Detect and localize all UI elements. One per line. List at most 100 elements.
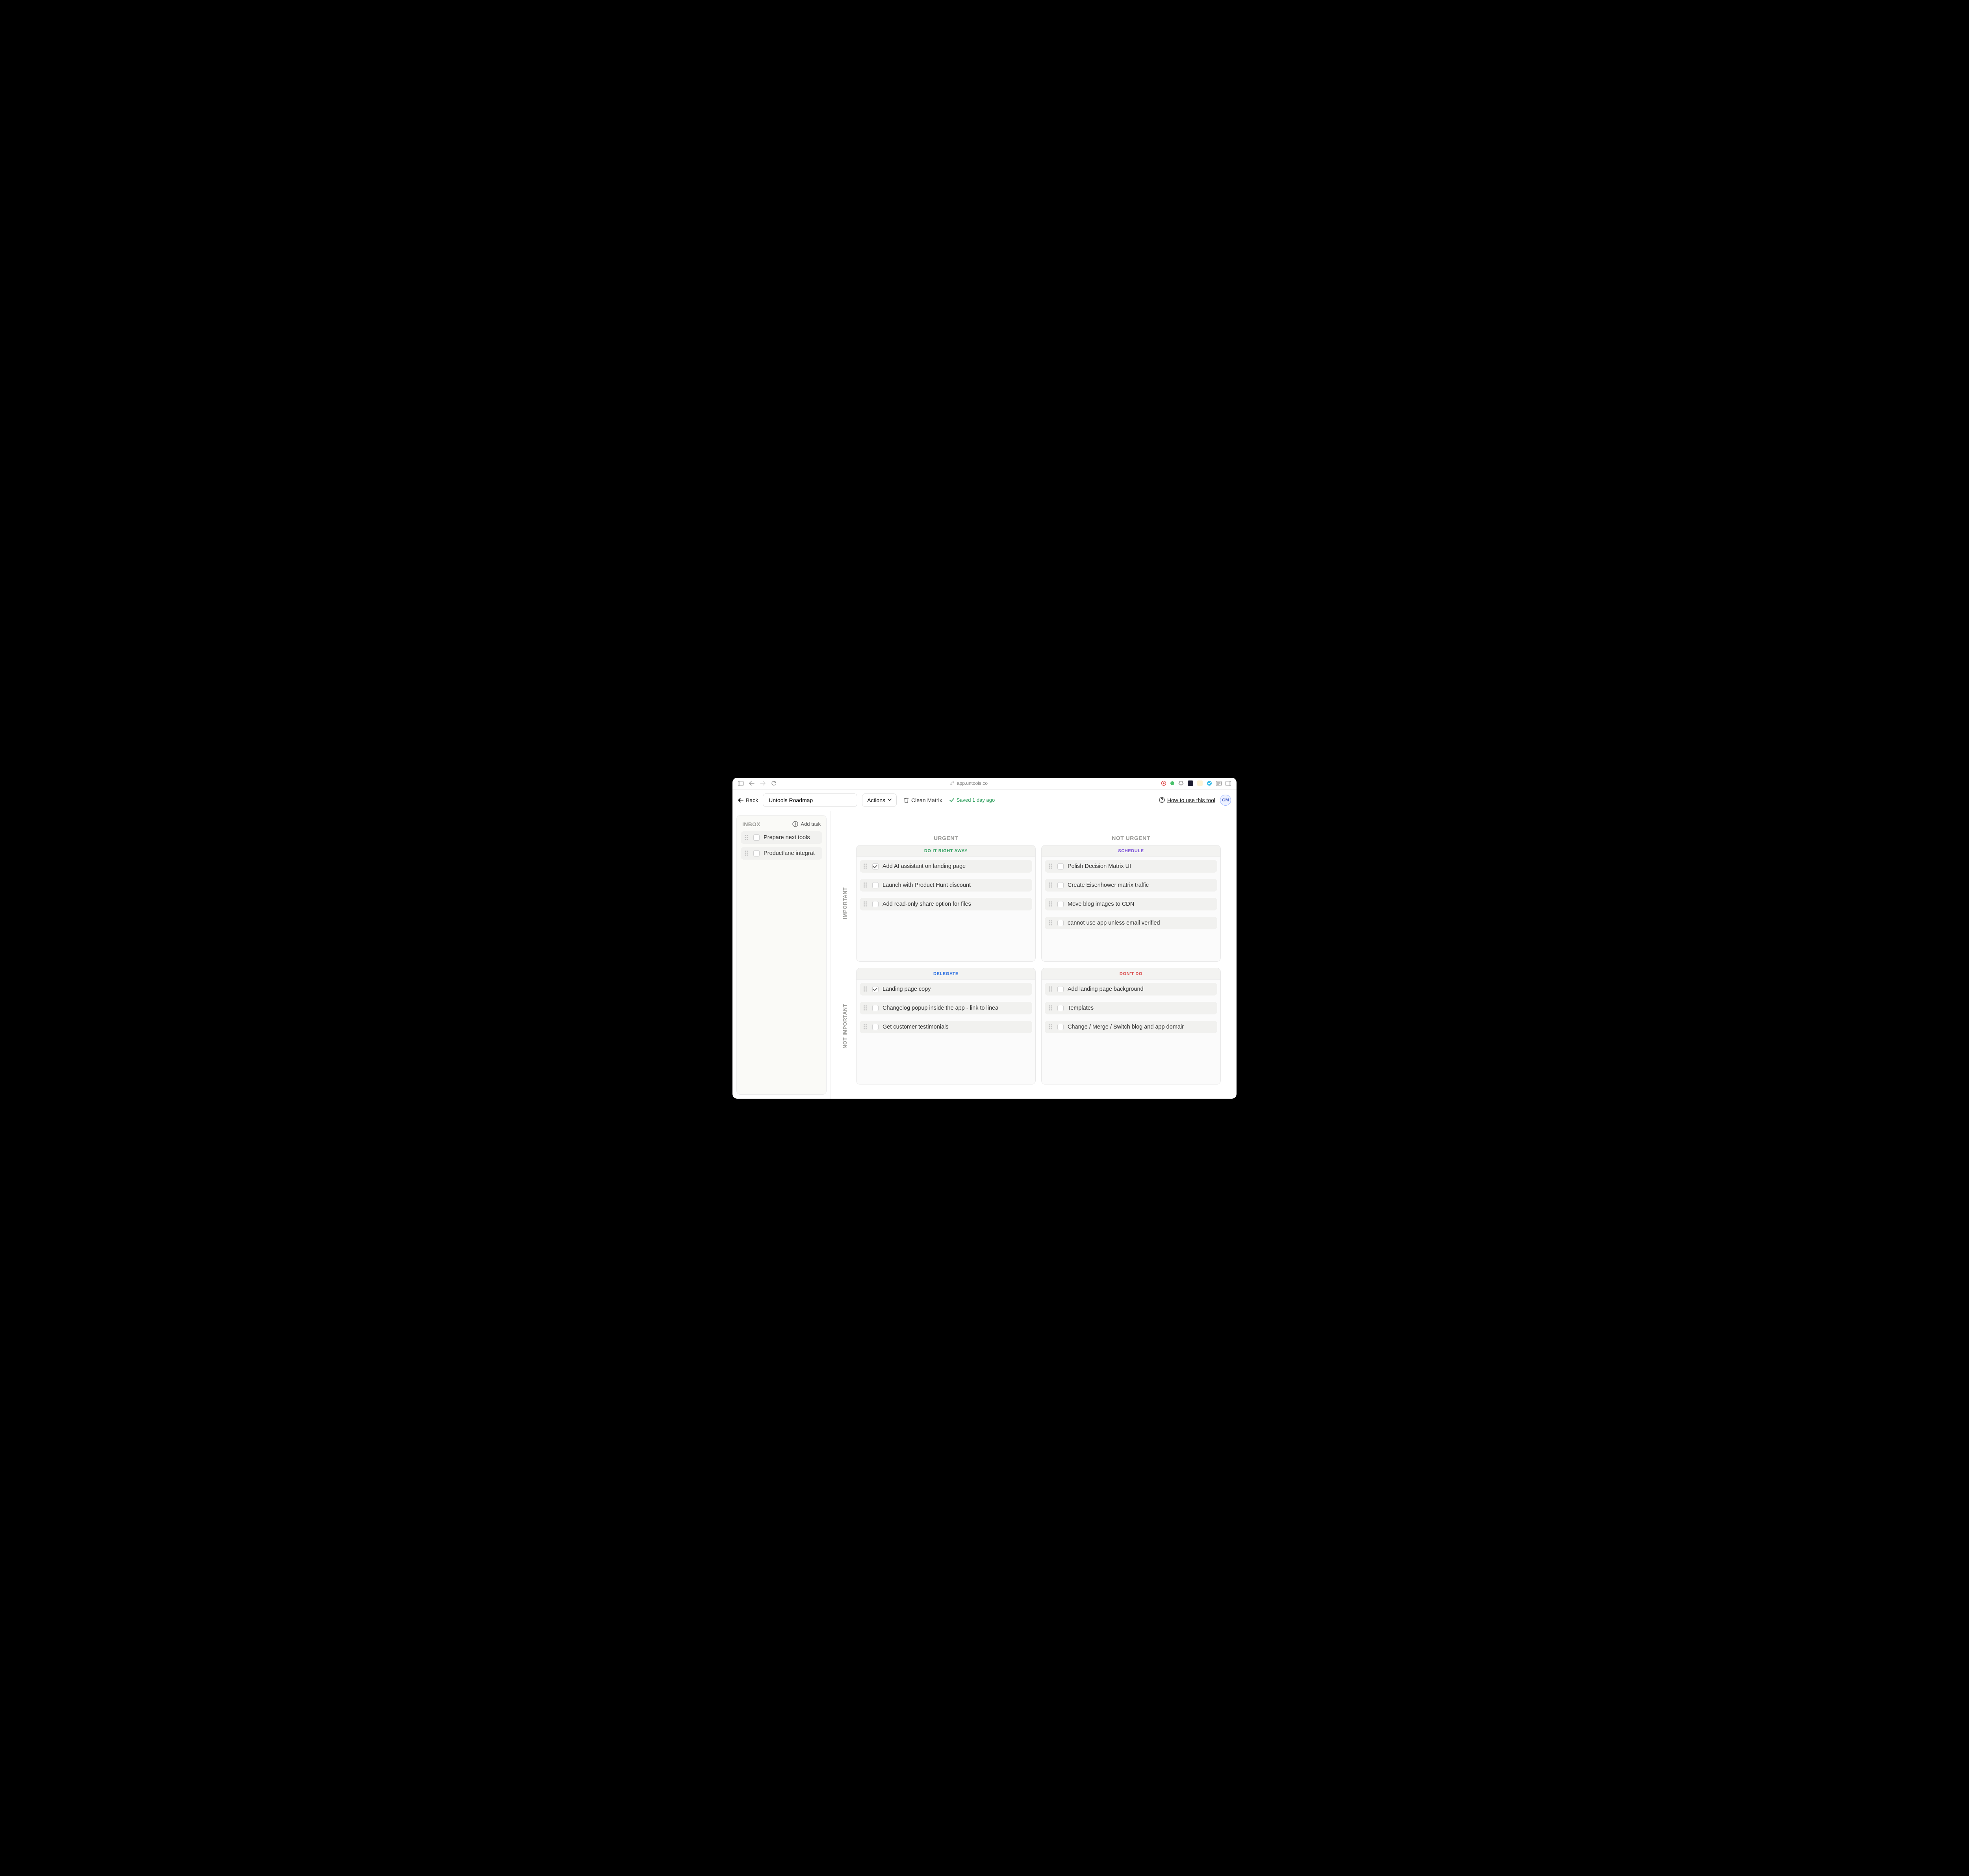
drag-handle-icon[interactable] bbox=[864, 882, 868, 888]
extension-icon[interactable] bbox=[1188, 780, 1193, 786]
task-label: Productlane integrat bbox=[764, 850, 815, 856]
help-icon bbox=[1159, 797, 1165, 803]
task-label: Add read-only share option for files bbox=[883, 901, 971, 907]
task-checkbox[interactable] bbox=[1057, 1024, 1064, 1030]
sidebar: INBOX Add task Prepare next tools Product… bbox=[732, 811, 831, 1099]
task-checkbox[interactable] bbox=[753, 850, 760, 856]
task-checkbox[interactable] bbox=[872, 882, 879, 888]
task-checkbox[interactable] bbox=[1057, 1005, 1064, 1011]
row-label-important-text: IMPORTANT bbox=[842, 887, 848, 919]
task-checkbox[interactable] bbox=[872, 901, 879, 907]
task-item[interactable]: Landing page copy bbox=[860, 983, 1032, 995]
nav-forward-icon[interactable] bbox=[760, 780, 766, 786]
task-checkbox[interactable] bbox=[753, 834, 760, 841]
quadrant-do-title: DO IT RIGHT AWAY bbox=[857, 845, 1035, 857]
back-button[interactable]: Back bbox=[738, 797, 758, 803]
extension-icon[interactable] bbox=[1207, 780, 1212, 786]
browser-extensions bbox=[1161, 780, 1231, 786]
inbox-title: INBOX bbox=[742, 821, 760, 827]
quadrant-dont-tasks: Add landing page background Templates Chan… bbox=[1042, 980, 1220, 1040]
task-checkbox[interactable] bbox=[1057, 901, 1064, 907]
avatar[interactable]: GM bbox=[1220, 795, 1231, 806]
sidebar-toggle-icon[interactable] bbox=[738, 780, 743, 786]
task-checkbox[interactable] bbox=[1057, 920, 1064, 926]
task-label: Landing page copy bbox=[883, 986, 931, 992]
drag-handle-icon[interactable] bbox=[745, 835, 749, 840]
extension-icon[interactable] bbox=[1170, 781, 1174, 785]
inbox-header: INBOX Add task bbox=[741, 819, 822, 831]
drag-handle-icon[interactable] bbox=[864, 1005, 868, 1011]
extension-icon[interactable] bbox=[1197, 780, 1203, 786]
quadrant-do[interactable]: DO IT RIGHT AWAY Add AI assistant on lan… bbox=[856, 845, 1036, 962]
drag-handle-icon[interactable] bbox=[745, 851, 749, 856]
add-task-label: Add task bbox=[801, 821, 821, 827]
extension-icon[interactable] bbox=[1178, 780, 1184, 786]
quadrant-delegate[interactable]: DELEGATE Landing page copy Changelog popu… bbox=[856, 968, 1036, 1084]
drag-handle-icon[interactable] bbox=[1049, 1005, 1053, 1011]
chevron-down-icon bbox=[888, 799, 892, 801]
row-label-important: IMPORTANT bbox=[839, 845, 851, 962]
matrix-title-input[interactable] bbox=[763, 793, 857, 807]
task-item[interactable]: Changelog popup inside the app - link to… bbox=[860, 1002, 1032, 1014]
nav-back-icon[interactable] bbox=[749, 780, 755, 786]
trash-icon bbox=[904, 797, 909, 803]
drag-handle-icon[interactable] bbox=[864, 864, 868, 869]
quadrant-schedule-title: SCHEDULE bbox=[1042, 845, 1220, 857]
app-toolbar: Back Actions Clean Matrix Saved 1 day ag… bbox=[732, 790, 1237, 811]
task-checkbox[interactable] bbox=[872, 1024, 879, 1030]
task-item[interactable]: Add AI assistant on landing page bbox=[860, 860, 1032, 873]
browser-chrome: app.untools.co bbox=[732, 778, 1237, 790]
task-checkbox[interactable] bbox=[872, 986, 879, 992]
app-window: app.untools.co Back Actions bbox=[732, 778, 1237, 1099]
task-checkbox[interactable] bbox=[1057, 882, 1064, 888]
drag-handle-icon[interactable] bbox=[864, 901, 868, 907]
quadrant-delegate-tasks: Landing page copy Changelog popup inside … bbox=[857, 980, 1035, 1040]
task-item[interactable]: Get customer testimonials bbox=[860, 1021, 1032, 1033]
task-item[interactable]: Polish Decision Matrix UI bbox=[1045, 860, 1217, 873]
row-label-not-important: NOT IMPORTANT bbox=[839, 968, 851, 1084]
drag-handle-icon[interactable] bbox=[1049, 901, 1053, 907]
drag-handle-icon[interactable] bbox=[1049, 986, 1053, 992]
drag-handle-icon[interactable] bbox=[1049, 920, 1053, 926]
drag-handle-icon[interactable] bbox=[1049, 882, 1053, 888]
reload-icon[interactable] bbox=[771, 780, 777, 786]
quadrant-schedule[interactable]: SCHEDULE Polish Decision Matrix UI Create… bbox=[1041, 845, 1221, 962]
task-checkbox[interactable] bbox=[1057, 986, 1064, 992]
drag-handle-icon[interactable] bbox=[864, 1024, 868, 1030]
actions-button-label: Actions bbox=[867, 797, 885, 803]
task-item[interactable]: Templates bbox=[1045, 1002, 1217, 1014]
plus-circle-icon bbox=[792, 821, 798, 827]
task-item[interactable]: Create Eisenhower matrix traffic bbox=[1045, 879, 1217, 892]
task-item[interactable]: Add read-only share option for files bbox=[860, 898, 1032, 910]
task-label: Launch with Product Hunt discount bbox=[883, 882, 971, 888]
task-checkbox[interactable] bbox=[1057, 863, 1064, 869]
task-item[interactable]: Move blog images to CDN bbox=[1045, 898, 1217, 910]
task-item[interactable]: Productlane integrat bbox=[741, 847, 822, 860]
tabs-icon[interactable] bbox=[1226, 780, 1231, 786]
drag-handle-icon[interactable] bbox=[864, 986, 868, 992]
clean-matrix-button[interactable]: Clean Matrix bbox=[901, 794, 945, 806]
quadrant-dont[interactable]: DON'T DO Add landing page background Temp… bbox=[1041, 968, 1221, 1084]
quadrant-dont-title: DON'T DO bbox=[1042, 968, 1220, 980]
task-label: Get customer testimonials bbox=[883, 1024, 949, 1030]
task-item[interactable]: Prepare next tools bbox=[741, 831, 822, 844]
clean-matrix-label: Clean Matrix bbox=[911, 797, 942, 803]
task-checkbox[interactable] bbox=[872, 1005, 879, 1011]
task-item[interactable]: Launch with Product Hunt discount bbox=[860, 879, 1032, 892]
how-to-use-link[interactable]: How to use this tool bbox=[1159, 797, 1215, 803]
back-button-label: Back bbox=[746, 797, 758, 803]
drag-handle-icon[interactable] bbox=[1049, 1024, 1053, 1030]
task-checkbox[interactable] bbox=[872, 863, 879, 869]
task-item[interactable]: Change / Merge / Switch blog and app dom… bbox=[1045, 1021, 1217, 1033]
url-bar[interactable]: app.untools.co bbox=[783, 780, 1155, 786]
task-item[interactable]: cannot use app unless email verified bbox=[1045, 917, 1217, 929]
add-task-button[interactable]: Add task bbox=[792, 821, 821, 827]
arrow-left-icon bbox=[738, 798, 743, 803]
extension-icon[interactable] bbox=[1161, 780, 1166, 786]
task-item[interactable]: Add landing page background bbox=[1045, 983, 1217, 995]
drag-handle-icon[interactable] bbox=[1049, 864, 1053, 869]
quadrant-delegate-title: DELEGATE bbox=[857, 968, 1035, 980]
actions-button[interactable]: Actions bbox=[862, 793, 897, 807]
quadrant-do-tasks: Add AI assistant on landing page Launch w… bbox=[857, 857, 1035, 917]
reading-list-icon[interactable] bbox=[1216, 780, 1222, 786]
